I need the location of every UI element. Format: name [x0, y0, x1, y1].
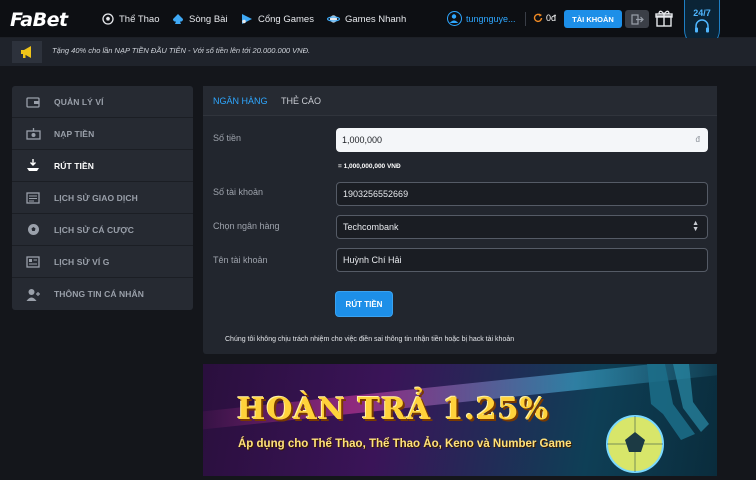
- account-button[interactable]: TÀI KHOẢN: [564, 10, 622, 28]
- user-icon: [26, 288, 40, 301]
- nav-games-nhanh[interactable]: Games Nhanh: [327, 0, 406, 38]
- ball-icon: [27, 224, 39, 235]
- sidebar-item-nap-tien[interactable]: NẠP TIỀN: [12, 118, 193, 150]
- nav-label: Games Nhanh: [345, 13, 407, 25]
- sidebar-item-lich-su-vi-g[interactable]: LỊCH SỬ VÍ G: [12, 246, 193, 278]
- wallet-icon: [26, 96, 40, 108]
- account-name-label: Tên tài khoản: [213, 255, 268, 265]
- ledger-icon: [26, 255, 40, 268]
- select-arrows-icon: ▲ ▼: [692, 220, 699, 233]
- planet-icon: [327, 15, 340, 23]
- sidebar-item-quan-ly-vi[interactable]: QUẢN LÝ VÍ: [12, 86, 193, 118]
- top-header: FaBet Thể Thao Sòng Bài Cổng Games Games…: [0, 0, 756, 48]
- disclaimer-text: Chúng tôi không chịu trách nhiệm cho việ…: [225, 336, 515, 343]
- sidebar-item-label: NẠP TIỀN: [54, 128, 95, 139]
- account-name-value: Huỳnh Chí Hải: [343, 255, 402, 265]
- promo-text: Tặng 40% cho lần NẠP TIỀN ĐẦU TIÊN - Với…: [52, 46, 311, 55]
- sidebar-item-label: LỊCH SỬ VÍ G: [54, 256, 110, 267]
- withdraw-panel: NGÂN HÀNG THẺ CÀO Số tiền 1,000,000 đ = …: [203, 86, 717, 354]
- sidebar-item-lich-su-ca-cuoc[interactable]: LỊCH SỬ CÁ CƯỢC: [12, 214, 193, 246]
- cashback-banner[interactable]: HOÀN TRẢ 1.25% Áp dụng cho Thể Thao, Thể…: [203, 364, 717, 476]
- refresh-icon: [533, 13, 543, 22]
- withdraw-tabs: NGÂN HÀNG THẺ CÀO: [203, 86, 717, 116]
- headset-icon: [695, 19, 709, 33]
- amount-label: Số tiền: [213, 133, 242, 143]
- bank-value: Techcombank: [343, 222, 399, 232]
- soccer-ball-icon: [102, 13, 114, 25]
- tab-ngan-hang[interactable]: NGÂN HÀNG: [213, 96, 268, 106]
- sidebar-item-rut-tien[interactable]: RÚT TIỀN: [12, 150, 193, 182]
- user-menu[interactable]: tungnguye...: [447, 11, 516, 26]
- amount-unit: đ: [695, 135, 700, 144]
- amount-input[interactable]: 1,000,000 đ: [336, 128, 708, 152]
- logout-icon: [630, 13, 644, 25]
- user-avatar-icon: [447, 11, 462, 26]
- account-number-label: Số tài khoản: [213, 187, 264, 197]
- logout-button[interactable]: [625, 10, 649, 28]
- nav-label: Sòng Bài: [189, 13, 228, 25]
- gift-button[interactable]: [655, 9, 673, 32]
- sidebar-item-label: LỊCH SỬ GIAO DỊCH: [54, 192, 138, 203]
- sidebar-item-label: RÚT TIỀN: [54, 160, 94, 171]
- banner-subline: Áp dụng cho Thể Thao, Thể Thao Ảo, Keno …: [238, 438, 572, 450]
- nav-the-thao[interactable]: Thể Thao: [102, 0, 160, 38]
- username: tungnguye...: [466, 13, 516, 24]
- gift-icon: [655, 10, 673, 27]
- deposit-icon: [25, 127, 41, 140]
- bank-label: Chọn ngân hàng: [213, 221, 280, 231]
- megaphone-box: [12, 41, 42, 63]
- amount-value: 1,000,000: [342, 135, 383, 145]
- support-label: 24/7: [693, 8, 711, 18]
- promo-bar: Tặng 40% cho lần NẠP TIỀN ĐẦU TIÊN - Với…: [0, 38, 756, 66]
- withdraw-submit-button[interactable]: RÚT TIỀN: [336, 292, 392, 316]
- nav-label: Thể Thao: [119, 13, 160, 25]
- tab-the-cao[interactable]: THẺ CÀO: [281, 96, 321, 106]
- sidebar-item-label: THÔNG TIN CÁ NHÂN: [54, 289, 144, 299]
- nav-label: Cổng Games: [258, 13, 314, 25]
- sidebar-item-lich-su-giao-dich[interactable]: LỊCH SỬ GIAO DỊCH: [12, 182, 193, 214]
- account-number-value: 1903256552669: [343, 189, 409, 199]
- play-icon: [242, 14, 252, 24]
- banner-headline: HOÀN TRẢ 1.25%: [237, 392, 550, 427]
- withdraw-icon: [27, 159, 39, 171]
- spade-icon: [173, 14, 183, 24]
- balance-display[interactable]: 0đ: [533, 13, 556, 23]
- account-name-input[interactable]: Huỳnh Chí Hải: [336, 248, 708, 272]
- account-sidebar: QUẢN LÝ VÍ NẠP TIỀN RÚT TIỀN LỊCH SỬ GIA…: [12, 86, 193, 310]
- football-player-graphic: [606, 364, 709, 473]
- amount-equivalent: = 1,000,000,000 VNĐ: [338, 163, 401, 170]
- sidebar-item-label: LỊCH SỬ CÁ CƯỢC: [54, 224, 134, 235]
- history-icon: [26, 191, 40, 204]
- megaphone-icon: [21, 46, 31, 58]
- balance-value: 0đ: [546, 13, 557, 23]
- nav-cong-games[interactable]: Cổng Games: [240, 0, 314, 38]
- site-logo[interactable]: FaBet: [10, 9, 68, 31]
- account-number-input[interactable]: 1903256552669: [336, 182, 708, 206]
- sidebar-item-thong-tin-ca-nhan[interactable]: THÔNG TIN CÁ NHÂN: [12, 278, 193, 310]
- header-divider: [525, 12, 526, 26]
- nav-song-bai[interactable]: Sòng Bài: [172, 0, 228, 38]
- bank-select[interactable]: Techcombank ▲ ▼: [336, 215, 708, 239]
- sidebar-item-label: QUẢN LÝ VÍ: [54, 96, 104, 107]
